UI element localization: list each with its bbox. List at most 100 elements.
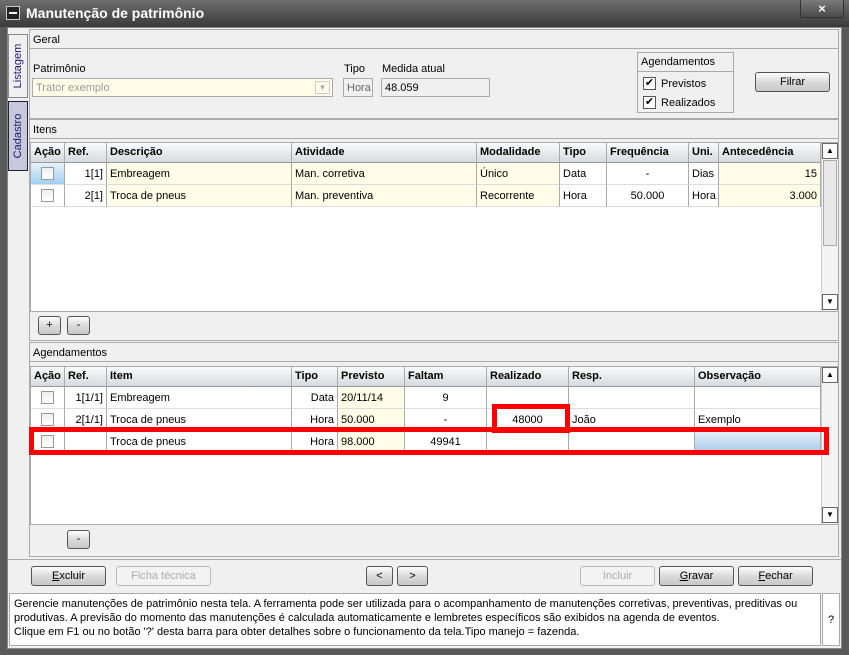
- table-cell: 1[1]: [65, 163, 107, 185]
- scrollbar[interactable]: ▲ ▼: [821, 367, 838, 524]
- checkbox[interactable]: [41, 167, 54, 180]
- tab-cadastro[interactable]: Cadastro: [8, 101, 28, 171]
- row-checkbox-cell[interactable]: [31, 163, 65, 185]
- row-checkbox-cell[interactable]: [31, 431, 65, 453]
- table-cell: Embreagem: [107, 387, 292, 409]
- column-header[interactable]: Observação: [695, 367, 821, 387]
- table-cell: 15: [719, 163, 821, 185]
- medida-label: Medida atual: [382, 63, 445, 75]
- scrollbar-thumb[interactable]: [823, 160, 837, 246]
- table-cell: -: [405, 409, 487, 431]
- row-checkbox-cell[interactable]: [31, 185, 65, 207]
- column-header[interactable]: Ação: [31, 367, 65, 387]
- realizados-checkbox[interactable]: ✔: [643, 96, 656, 109]
- row-checkbox-cell[interactable]: [31, 387, 65, 409]
- button-label: xcluir: [59, 570, 85, 582]
- table-cell: 20/11/14: [338, 387, 405, 409]
- column-header[interactable]: Ação: [31, 143, 65, 163]
- table-cell: Embreagem: [107, 163, 292, 185]
- info-line: Gerencie manutenções de patrimônio nesta…: [14, 598, 798, 610]
- realizados-label: Realizados: [661, 97, 716, 109]
- table-cell: Recorrente: [477, 185, 560, 207]
- prev-button[interactable]: <: [366, 566, 393, 586]
- column-header[interactable]: Item: [107, 367, 292, 387]
- table-cell: Dias: [689, 163, 719, 185]
- window-title: Manutenção de patrimônio: [26, 5, 205, 21]
- scroll-down-button[interactable]: ▼: [822, 507, 838, 523]
- medida-field: 48.059: [381, 78, 490, 97]
- checkbox[interactable]: [41, 189, 54, 202]
- excluir-button[interactable]: Excluir: [31, 566, 106, 586]
- table-cell: [487, 431, 569, 453]
- divider: [8, 559, 841, 560]
- column-header[interactable]: Tipo: [292, 367, 338, 387]
- row-checkbox-cell[interactable]: [31, 409, 65, 431]
- column-header[interactable]: Uni.: [689, 143, 719, 163]
- next-button[interactable]: >: [397, 566, 428, 586]
- scroll-up-button[interactable]: ▲: [822, 367, 838, 383]
- geral-header: Geral: [30, 30, 838, 49]
- previstos-checkbox[interactable]: ✔: [643, 77, 656, 90]
- add-item-button[interactable]: +: [38, 316, 61, 335]
- table-cell: Data: [292, 387, 338, 409]
- fechar-button[interactable]: Fechar: [738, 566, 813, 586]
- column-header[interactable]: Ref.: [65, 143, 107, 163]
- remove-item-button[interactable]: -: [67, 316, 90, 335]
- table-cell: Hora: [292, 431, 338, 453]
- table-cell: Hora: [689, 185, 719, 207]
- patrimonio-label: Patrimônio: [33, 63, 86, 75]
- itens-table: Ação Ref. Descrição Atividade Modalidade Tipo…: [30, 142, 838, 312]
- scrollbar[interactable]: ▲ ▼: [821, 143, 838, 311]
- table-cell: 50.000: [338, 409, 405, 431]
- column-header[interactable]: Realizado: [487, 367, 569, 387]
- agendamentos-table: Ação Ref. Item Tipo Previsto Faltam Realizado R…: [30, 366, 838, 525]
- table-cell: Único: [477, 163, 560, 185]
- window-menu-icon[interactable]: [6, 6, 20, 20]
- info-panel: Gerencie manutenções de patrimônio nesta…: [9, 593, 821, 646]
- column-header[interactable]: Previsto: [338, 367, 405, 387]
- tab-label: Listagem: [12, 43, 24, 89]
- table-cell: Troca de pneus: [107, 185, 292, 207]
- gravar-button[interactable]: Gravar: [659, 566, 734, 586]
- previstos-label: Previstos: [661, 78, 707, 90]
- column-header[interactable]: Modalidade: [477, 143, 560, 163]
- table-cell: Data: [560, 163, 607, 185]
- column-header[interactable]: Antecedência: [719, 143, 821, 163]
- ficha-tecnica-button[interactable]: Ficha técnica: [116, 566, 211, 586]
- table-cell: 9: [405, 387, 487, 409]
- patrimonio-select[interactable]: Trator exemplo ▼: [32, 78, 333, 97]
- table-cell: Hora: [560, 185, 607, 207]
- close-button[interactable]: ×: [800, 0, 844, 18]
- chevron-down-icon[interactable]: ▼: [315, 81, 330, 94]
- tab-listagem[interactable]: Listagem: [8, 34, 28, 98]
- table-cell: 48000: [487, 409, 569, 431]
- table-cell: Troca de pneus: [107, 409, 292, 431]
- column-header[interactable]: Ref.: [65, 367, 107, 387]
- tipo-field: Hora: [343, 78, 373, 97]
- table-cell: [65, 431, 107, 453]
- table-cell: 50.000: [607, 185, 689, 207]
- column-header[interactable]: Atividade: [292, 143, 477, 163]
- column-header[interactable]: Resp.: [569, 367, 695, 387]
- table-cell: Man. preventiva: [292, 185, 477, 207]
- column-header[interactable]: Descrição: [107, 143, 292, 163]
- table-cell: 2[1]: [65, 185, 107, 207]
- filter-button[interactable]: Filrar: [755, 72, 830, 92]
- remove-agendamento-button[interactable]: -: [67, 530, 90, 549]
- checkbox[interactable]: [41, 413, 54, 426]
- scroll-up-button[interactable]: ▲: [822, 143, 838, 159]
- table-cell: 1[1/1]: [65, 387, 107, 409]
- incluir-button[interactable]: Incluir: [580, 566, 655, 586]
- table-cell: Hora: [292, 409, 338, 431]
- help-button[interactable]: ?: [822, 593, 840, 646]
- checkbox[interactable]: [41, 435, 54, 448]
- column-header[interactable]: Tipo: [560, 143, 607, 163]
- scroll-down-button[interactable]: ▼: [822, 294, 838, 310]
- column-header[interactable]: Frequência: [607, 143, 689, 163]
- column-header[interactable]: Faltam: [405, 367, 487, 387]
- agendamentos-header: Agendamentos: [30, 343, 838, 362]
- agendamentos-filter-group: Agendamentos ✔ Previstos ✔ Realizados: [637, 52, 734, 113]
- checkbox[interactable]: [41, 391, 54, 404]
- table-cell: 49941: [405, 431, 487, 453]
- table-cell: Troca de pneus: [107, 431, 292, 453]
